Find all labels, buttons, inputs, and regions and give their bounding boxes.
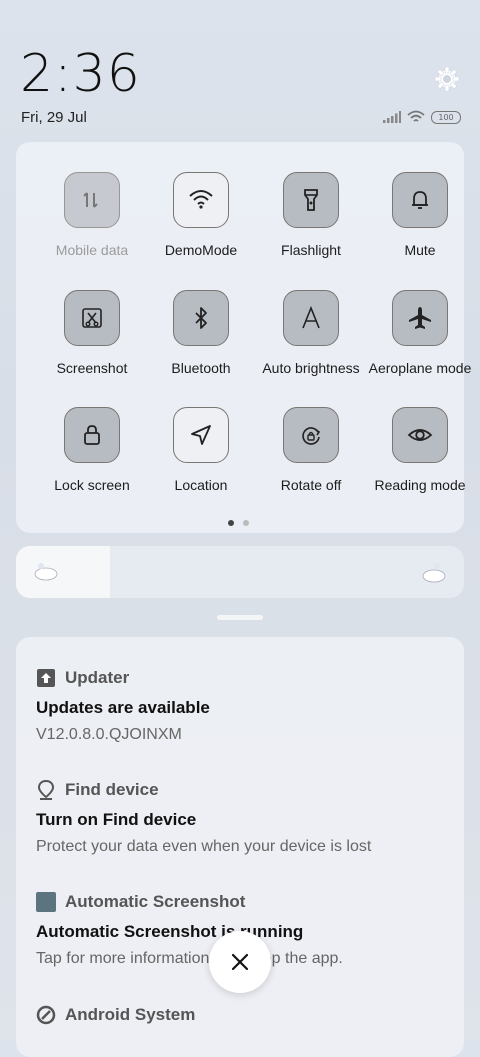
tile-button[interactable] [283,407,339,463]
android-system-icon [36,1005,56,1025]
bell-icon [412,191,428,209]
notification-app-name: Android System [65,1005,196,1024]
tile-aeroplane-mode[interactable]: Aeroplane mode [365,290,475,376]
location-pin-icon [37,779,55,800]
notification-auto-screenshot[interactable]: Automatic Screenshot Automatic Screensho… [36,891,343,968]
notification-android-system[interactable]: Android System [36,1004,195,1026]
app-square-icon [36,892,56,912]
tile-button[interactable] [64,290,120,346]
tile-button[interactable] [173,290,229,346]
tile-location[interactable]: Location [146,407,256,493]
tile-button[interactable] [173,172,229,228]
notification-body: Protect your data even when your device … [36,838,372,855]
tile-button[interactable] [64,407,120,463]
battery-icon: 100 [431,110,461,124]
brightness-high-icon [422,563,446,583]
notification-app-name: Automatic Screenshot [65,892,246,911]
page-dot-active [228,520,234,526]
notification-list: Updater Updates are available V12.0.8.0.… [16,637,464,1057]
tile-label: Reading mode [374,477,466,493]
notification-title: Automatic Screenshot is running [36,922,304,941]
auto-brightness-icon [302,305,320,329]
notification-body: V12.0.8.0.QJOINXM [36,726,182,743]
flashlight-icon [304,189,318,211]
tile-mobile-data[interactable]: Mobile data [37,172,147,258]
tile-button[interactable] [283,172,339,228]
tile-label: Screenshot [56,360,128,376]
tile-button[interactable] [392,407,448,463]
close-icon [231,953,249,971]
tile-flashlight[interactable]: Flashlight [256,172,366,258]
notification-title: Turn on Find device [36,810,197,829]
bluetooth-icon [195,307,207,329]
location-icon [191,425,211,445]
settings-gear-icon[interactable] [432,64,462,94]
rotate-lock-icon [302,427,321,445]
notification-title: Updates are available [36,698,210,717]
brightness-slider[interactable] [16,546,464,598]
lock-icon [84,425,100,445]
tile-label: Aeroplane mode [368,360,472,376]
airplane-icon [409,307,431,329]
wifi-status-icon [407,110,425,122]
tile-button[interactable] [283,290,339,346]
clear-all-button[interactable] [209,931,271,993]
tile-mute[interactable]: Mute [365,172,475,258]
date[interactable]: Fri, 29 Jul [21,109,87,126]
tile-button[interactable] [392,172,448,228]
notification-updater[interactable]: Updater Updates are available V12.0.8.0.… [36,667,210,744]
status-icons: 100 [383,110,461,124]
drag-handle[interactable] [217,615,263,620]
page-indicator [228,520,249,526]
tile-rotate-off[interactable]: Rotate off [256,407,366,493]
upload-icon [37,669,55,687]
tile-label: Rotate off [280,477,342,493]
tile-bluetooth[interactable]: Bluetooth [146,290,256,376]
brightness-low-icon [34,563,58,581]
eye-icon [407,429,433,441]
clock[interactable]: 2:36 [20,44,141,104]
tile-label: Lock screen [54,477,130,493]
tile-button[interactable] [173,407,229,463]
tile-label: Bluetooth [171,360,231,376]
screenshot-icon [82,308,102,328]
mobile-data-icon [83,192,98,208]
notification-app-name: Updater [65,668,130,687]
tile-label: Mobile data [55,242,129,258]
notification-app-name: Find device [65,780,159,799]
tile-label: Flashlight [281,242,341,258]
tile-reading-mode[interactable]: Reading mode [365,407,475,493]
tile-auto-brightness[interactable]: Auto brightness [256,290,366,376]
notification-body: Tap for more information or to stop the … [36,950,343,967]
page-dot [243,520,249,526]
tile-lock-screen[interactable]: Lock screen [37,407,147,493]
wifi-icon [189,190,213,209]
tile-label: Location [174,477,228,493]
notification-find-device[interactable]: Find device Turn on Find device Protect … [36,779,371,856]
signal-icon [383,111,401,123]
tile-label: DemoMode [164,242,238,258]
tile-screenshot[interactable]: Screenshot [37,290,147,376]
tile-button[interactable] [64,172,120,228]
tile-demomode[interactable]: DemoMode [146,172,256,258]
tile-label: Mute [404,242,436,258]
tile-button[interactable] [392,290,448,346]
tile-label: Auto brightness [262,360,360,376]
